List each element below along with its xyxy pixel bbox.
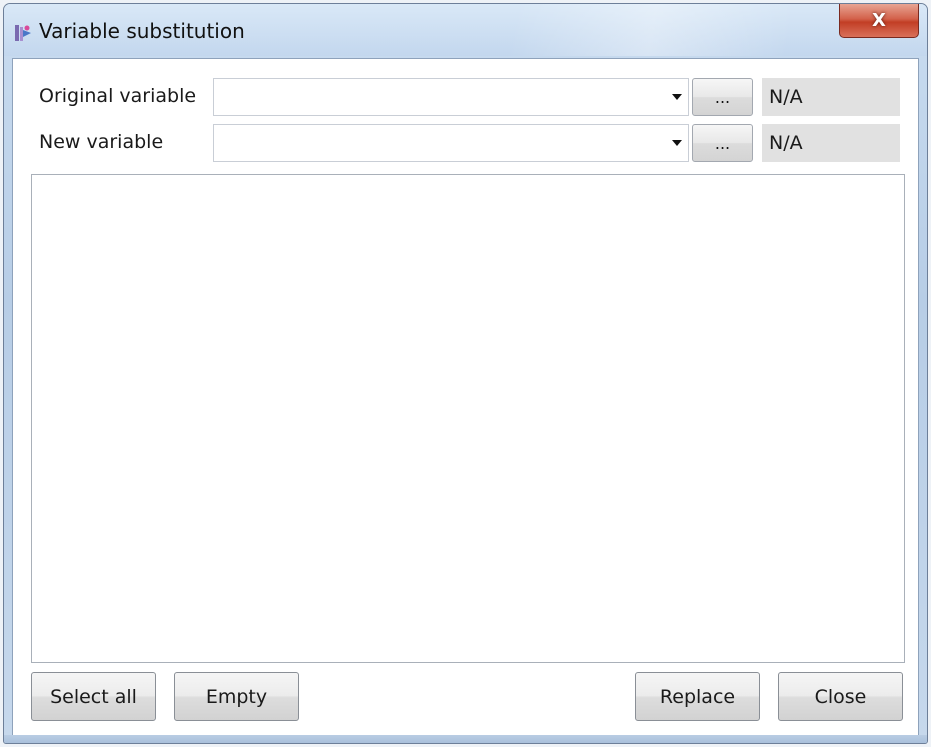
title-bar[interactable]: Variable substitution X [4,4,927,56]
close-icon: X [872,10,886,31]
results-list[interactable] [31,174,905,663]
select-all-button[interactable]: Select all [31,672,156,721]
ellipsis-icon: ... [714,134,731,153]
window-title: Variable substitution [39,19,245,43]
chevron-down-icon[interactable] [672,94,682,100]
new-variable-status: N/A [762,124,900,162]
empty-button[interactable]: Empty [174,672,299,721]
new-variable-combobox[interactable] [213,124,689,162]
window-close-button[interactable]: X [839,4,919,38]
dialog-client-area: Original variable ... N/A New variable .… [12,58,919,737]
ellipsis-icon: ... [714,88,731,107]
original-variable-label: Original variable [39,85,197,107]
window-bottom-border [4,735,927,743]
replace-button[interactable]: Replace [635,672,760,721]
new-variable-browse-button[interactable]: ... [692,124,753,162]
close-button[interactable]: Close [778,672,903,721]
app-icon [15,25,31,41]
chevron-down-icon[interactable] [672,140,682,146]
dialog-window: Variable substitution X Original variabl… [3,3,928,744]
original-variable-combobox[interactable] [213,78,689,116]
original-variable-status: N/A [762,78,900,116]
original-variable-browse-button[interactable]: ... [692,78,753,116]
new-variable-label: New variable [39,131,164,153]
